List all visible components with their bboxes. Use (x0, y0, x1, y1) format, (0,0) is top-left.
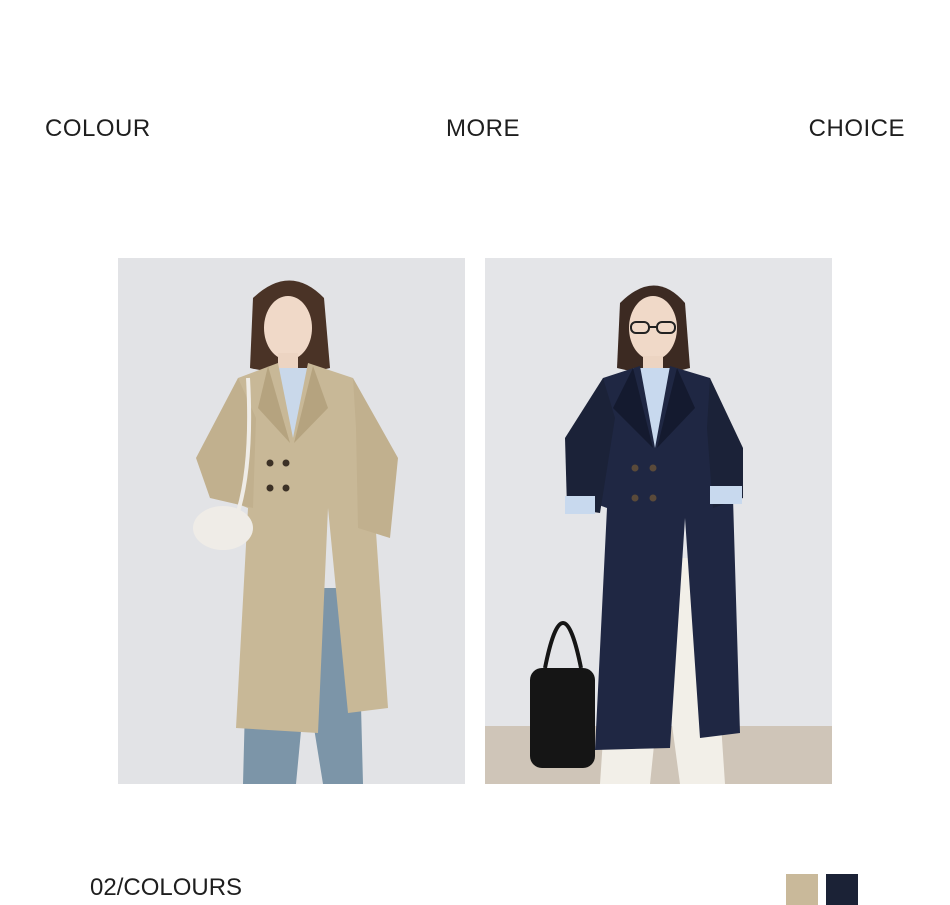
section-heading: COLOUR MORE CHOICE (0, 0, 950, 200)
heading-word-more: MORE (446, 115, 520, 142)
colour-count-label: 02/COLOURS (90, 874, 243, 901)
product-photo-navy[interactable] (485, 258, 832, 784)
navy-coat-illustration (485, 258, 832, 784)
colour-swatch-navy[interactable] (826, 874, 858, 905)
heading-word-choice: CHOICE (808, 115, 905, 142)
beige-coat-illustration (118, 258, 465, 784)
product-photo-beige[interactable] (118, 258, 465, 784)
colour-swatch-beige[interactable] (786, 874, 818, 905)
heading-word-colour: COLOUR (45, 115, 151, 142)
